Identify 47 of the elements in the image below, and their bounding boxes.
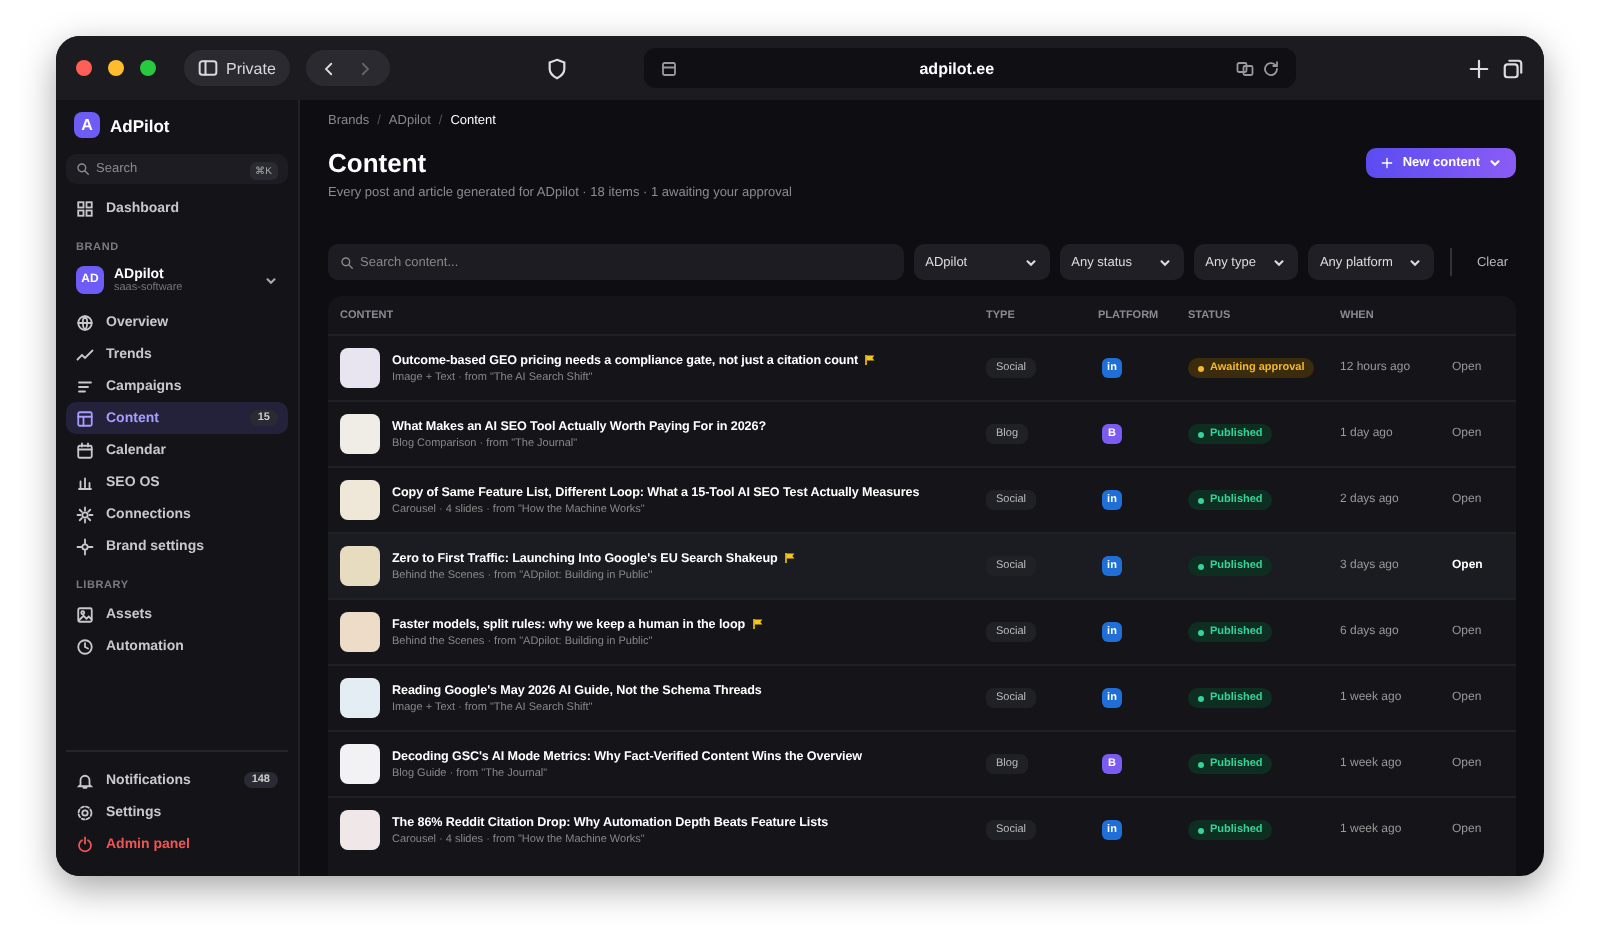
sidebar-icon [198,58,218,78]
asterisk-icon [76,505,94,523]
close-dot-icon[interactable] [76,60,92,76]
thumbnail-placeholder [340,480,380,520]
layout-icon [76,409,94,427]
thumbnail-placeholder [340,810,380,850]
shield-icon [545,57,568,79]
search-icon [76,162,90,176]
thumbnail-placeholder [340,414,380,454]
plus-icon [1380,156,1395,170]
chevron-down-icon [1271,255,1286,269]
globe-icon [76,313,94,331]
logo-mark: A [74,112,100,138]
tabs-icon [1502,57,1524,79]
thumbnail-placeholder [340,612,380,652]
minimize-dot-icon[interactable] [108,60,124,76]
grid-icon [76,199,94,217]
clock-icon [76,637,94,655]
address-bar[interactable]: adpilot.ee [643,48,1296,88]
settings-icon [76,803,94,821]
chevron-right-icon [356,59,375,77]
list-icon [76,377,94,395]
page-title: Content [328,148,429,178]
calendar-icon [76,441,94,459]
bar-chart-icon [76,473,94,491]
private-tab-button[interactable]: Private [184,50,290,86]
power-icon [76,835,94,853]
search-icon [340,255,354,269]
crosshair-icon [76,537,94,555]
reload-icon [1261,59,1280,77]
thumbnail-placeholder [340,678,380,718]
chevron-down-icon [1408,255,1423,269]
bell-icon [76,771,94,789]
chevron-down-icon [1023,255,1038,269]
trend-line-icon [76,345,94,363]
page-icon [659,59,678,77]
translate-icon [1235,59,1254,77]
plus-icon [1468,57,1490,79]
thumbnail-placeholder [340,744,380,784]
chevron-down-icon [1157,255,1172,269]
chevron-down-icon [1488,156,1502,170]
chevron-down-icon [264,273,278,287]
thumbnail-placeholder [340,348,380,388]
zoom-dot-icon[interactable] [140,60,156,76]
app-name: AdPilot [110,115,170,135]
thumbnail-placeholder [340,546,380,586]
image-icon [76,605,94,623]
